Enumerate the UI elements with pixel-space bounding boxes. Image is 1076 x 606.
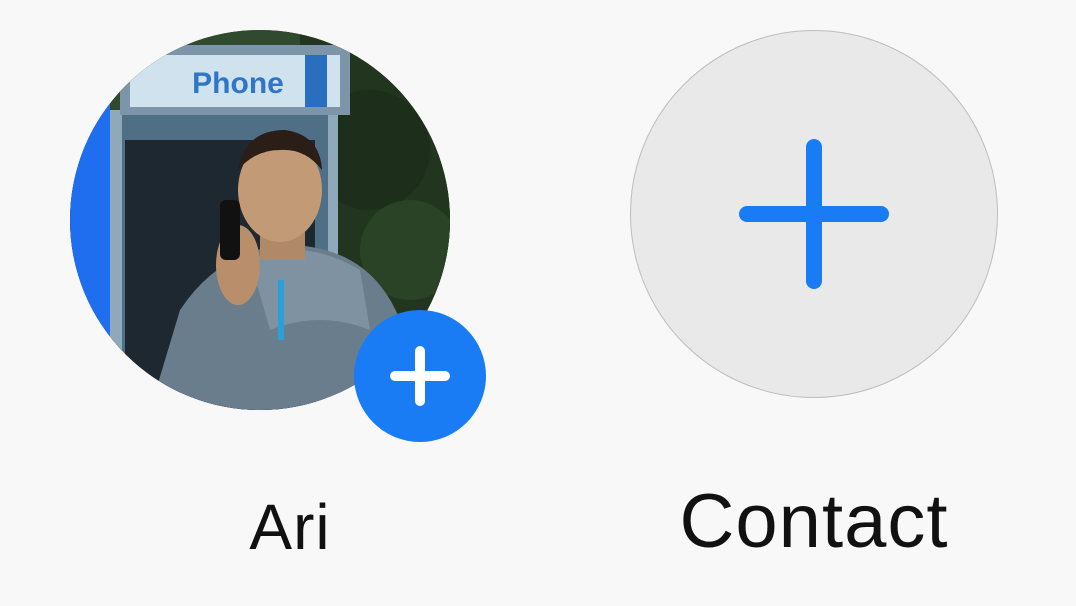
plus-icon [390,346,450,406]
booth-sign-text: Phone [192,67,284,100]
contact-item-new[interactable]: Contact [620,20,1020,580]
plus-icon [739,139,889,289]
add-contact-button[interactable] [630,30,998,398]
contact-label: Contact [679,479,949,564]
contact-item-ari[interactable]: Phone Ari [60,20,500,580]
add-photo-button[interactable] [354,310,486,442]
contact-name: Ari [249,491,331,563]
contact-picker: Phone Ari Contact [0,0,1076,606]
